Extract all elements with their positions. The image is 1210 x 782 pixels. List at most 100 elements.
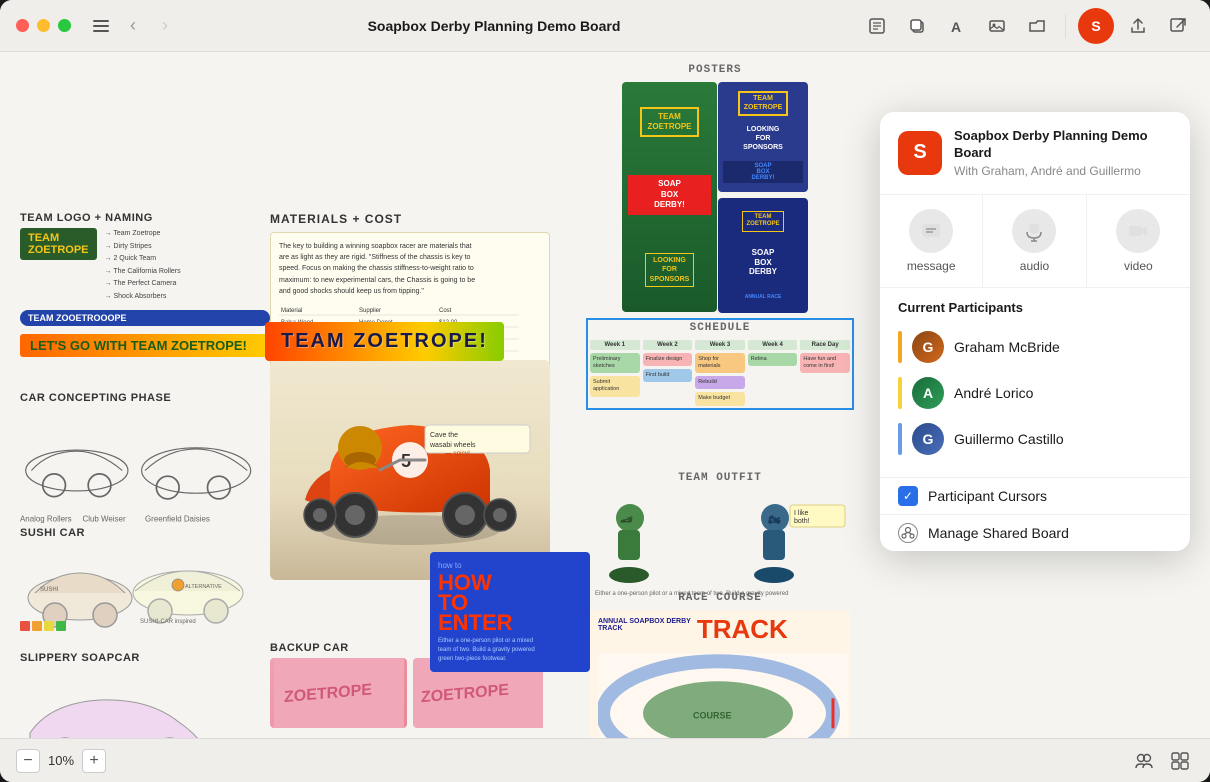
open-external-icon[interactable] (1162, 10, 1194, 42)
svg-text:both!: both! (794, 518, 810, 525)
slippery-title: SLIPPERY SOAPCAR (20, 652, 270, 664)
outfit-svg: 🏎 🏍 I like both! Either a one-person pil… (590, 490, 850, 600)
popup-board-subtitle: With Graham, André and Guillermo (954, 164, 1172, 178)
message-label: message (907, 259, 956, 273)
graham-avatar: G (912, 331, 944, 363)
message-button[interactable]: message (880, 195, 983, 287)
week2-task2: First build (643, 369, 693, 382)
close-button[interactable] (16, 19, 29, 32)
race-track-label: TRACK (598, 625, 691, 632)
how-title: HOWTOENTER (438, 573, 582, 632)
race-poster: ANNUAL SOAPBOX DERBY TRACK TRACK (590, 610, 850, 738)
logos-left: TEAMZOETROPE (20, 228, 97, 304)
race-label: RACE COURSE (590, 592, 850, 604)
race-title-small: ANNUAL SOAPBOX DERBY (598, 618, 691, 625)
titlebar: ‹ › Soapbox Derby Planning Demo Board (0, 0, 1210, 52)
week4-task1: Retina (748, 353, 798, 366)
week1-task1: Preliminary sketches (590, 353, 640, 373)
bottombar: − 10% + (0, 738, 1210, 782)
audio-label: audio (1020, 259, 1049, 273)
backup-photo-1: ZOETROPE (270, 658, 407, 728)
section-posters: POSTERS TEAMZOETROPE SOAPBOXDERBY! LOOKI… (590, 64, 840, 313)
participant-cursors-row[interactable]: ✓ Participant Cursors (880, 477, 1190, 514)
posters-grid: TEAMZOETROPE SOAPBOXDERBY! LOOKINGFORSPO… (590, 82, 840, 313)
audio-icon (1012, 209, 1056, 253)
materials-text: The key to building a winning soapbox ra… (279, 241, 541, 297)
message-icon (909, 209, 953, 253)
week3-task3: Make budget (695, 392, 745, 405)
outfit-label: TEAM OUTFIT (590, 472, 850, 484)
graham-color-bar (898, 331, 902, 363)
poster-blue-bottom: TEAMZOETROPE SOAPBOXDERBY ANNUAL RACE (718, 198, 808, 313)
participant-graham: G Graham McBride (898, 327, 1172, 367)
poster-blue-team: TEAMZOETROPE (738, 91, 789, 116)
copy-icon[interactable] (901, 10, 933, 42)
participants-bottom-icon[interactable] (1130, 747, 1158, 775)
poster-team-text: TEAMZOETROPE (640, 107, 698, 136)
participant-guillermo: G Guillermo Castillo (898, 419, 1172, 459)
section-sushi: SUSHI CAR SUSHI (20, 527, 270, 638)
text-icon[interactable]: A (941, 10, 973, 42)
traffic-lights (16, 19, 71, 32)
section-outfit: TEAM OUTFIT 🏎 🏍 I like both! (590, 472, 850, 605)
svg-text:SUSHI-CAR inspired: SUSHI-CAR inspired (140, 619, 196, 625)
canvas-area[interactable]: TEAM ZOETROPE! TEAM LOGO + NAMING TEAMZO… (0, 52, 1210, 738)
video-button[interactable]: video (1087, 195, 1190, 287)
render-display: 5 (270, 360, 550, 580)
slippery-car-sketch: CAN THE CAR RELEASE BUBBLES THROUGH THE … (20, 668, 250, 738)
audio-button[interactable]: audio (983, 195, 1086, 287)
poster-blue-bottom-team: TEAMZOETROPE (742, 211, 783, 231)
participant-andre: A André Lorico (898, 373, 1172, 413)
manage-board-row[interactable]: Manage Shared Board (880, 514, 1190, 551)
sidebar-toggle-button[interactable] (87, 12, 115, 40)
user-avatar-button[interactable]: S (1078, 8, 1114, 44)
race-header-left: ANNUAL SOAPBOX DERBY TRACK (598, 618, 691, 632)
svg-text:COURSE: COURSE (693, 711, 732, 721)
video-label: video (1124, 259, 1153, 273)
logos-right: → Team Zoetrope → Dirty Stripes → 2 Quic… (105, 228, 181, 304)
render-svg: 5 (270, 360, 550, 580)
zoom-in-button[interactable]: + (82, 749, 106, 773)
poster-main-green: TEAMZOETROPE SOAPBOXDERBY! LOOKINGFORSPO… (622, 82, 717, 312)
materials-title: MATERIALS + COST (270, 212, 550, 226)
andre-avatar: A (912, 377, 944, 409)
svg-text:A: A (951, 19, 961, 35)
notes-icon[interactable] (861, 10, 893, 42)
share-icon[interactable] (1122, 10, 1154, 42)
week4-header: Week 4 (748, 340, 798, 350)
divider (1065, 14, 1066, 38)
main-window: ‹ › Soapbox Derby Planning Demo Board (0, 0, 1210, 782)
manage-board-icon (898, 523, 918, 543)
zoom-out-button[interactable]: − (16, 749, 40, 773)
section-slippery: SLIPPERY SOAPCAR CAN THE CAR RELEASE BUB… (20, 652, 270, 738)
section-render: JZ's Final 3D Render (270, 342, 570, 580)
svg-text:Analog Rollers: Analog Rollers (20, 515, 72, 524)
svg-text:🏍: 🏍 (767, 514, 781, 526)
poster-blue-top: TEAMZOETROPE LOOKINGFORSPONSORS SOAPBOXD… (718, 82, 808, 192)
grid-bottom-icon[interactable] (1166, 747, 1194, 775)
team-logos-row: TEAMZOETROPE → Team Zoetrope → Dirty Str… (20, 228, 270, 304)
sushi-title: SUSHI CAR (20, 527, 270, 539)
raceday-header: Race Day (800, 340, 850, 350)
schedule-week2: Week 2 Finalize design First build (643, 340, 693, 406)
andre-name: André Lorico (954, 385, 1033, 401)
andre-color-bar (898, 377, 902, 409)
svg-text:I like: I like (794, 510, 809, 517)
car-concept-sketches: Analog Rollers Club Weiser Greenfield Da… (20, 408, 270, 533)
cursors-label: Participant Cursors (928, 488, 1047, 504)
zoom-control: − 10% + (16, 749, 106, 773)
graham-name: Graham McBride (954, 339, 1060, 355)
poster-blue-bottom-sub: ANNUAL RACE (745, 294, 782, 300)
toolbar-actions: A S (861, 8, 1194, 44)
folder-icon[interactable] (1021, 10, 1053, 42)
svg-text:wasabi wheels: wasabi wheels (429, 442, 476, 449)
svg-text:Supplier: Supplier (359, 308, 381, 314)
week3-task1: Shop for materials (695, 353, 745, 373)
bottom-actions (1130, 747, 1194, 775)
minimize-button[interactable] (37, 19, 50, 32)
schedule-grid: Week 1 Preliminary sketches Submit appli… (590, 340, 850, 406)
svg-text:Cost: Cost (439, 308, 452, 314)
cursors-checkbox[interactable]: ✓ (898, 486, 918, 506)
maximize-button[interactable] (58, 19, 71, 32)
image-icon[interactable] (981, 10, 1013, 42)
